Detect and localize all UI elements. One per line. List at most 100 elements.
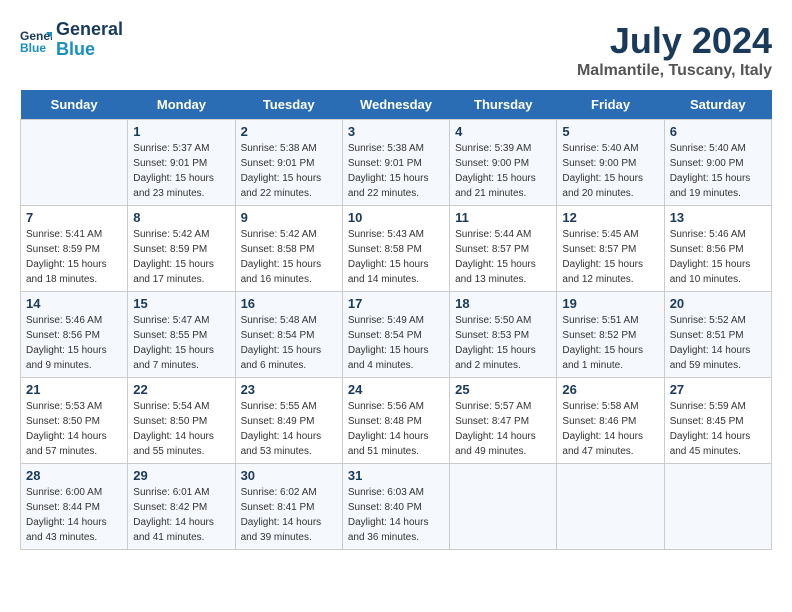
- day-number: 15: [133, 296, 229, 311]
- day-info: Sunrise: 5:49 AM Sunset: 8:54 PM Dayligh…: [348, 313, 444, 373]
- logo-text: GeneralBlue: [56, 20, 123, 60]
- calendar-cell: 10Sunrise: 5:43 AM Sunset: 8:58 PM Dayli…: [342, 206, 449, 292]
- day-number: 20: [670, 296, 766, 311]
- calendar-cell: 7 Sunrise: 5:41 AM Sunset: 8:59 PM Daylig…: [21, 206, 128, 292]
- day-number: 29: [133, 468, 229, 483]
- day-number: 1: [133, 124, 229, 139]
- day-number: 19: [562, 296, 658, 311]
- calendar-cell: [21, 120, 128, 206]
- day-info: Sunrise: 5:40 AM Sunset: 9:00 PM Dayligh…: [562, 141, 658, 201]
- calendar-week-row: 14Sunrise: 5:46 AM Sunset: 8:56 PM Dayli…: [21, 292, 772, 378]
- calendar-week-row: 7 Sunrise: 5:41 AM Sunset: 8:59 PM Daylig…: [21, 206, 772, 292]
- day-number: 3: [348, 124, 444, 139]
- calendar-cell: 12 Sunrise: 5:45 AM Sunset: 8:57 PM Dayli…: [557, 206, 664, 292]
- calendar-cell: 15 Sunrise: 5:47 AM Sunset: 8:55 PM Dayli…: [128, 292, 235, 378]
- day-info: Sunrise: 5:40 AM Sunset: 9:00 PM Dayligh…: [670, 141, 766, 201]
- day-info: Sunrise: 5:38 AM Sunset: 9:01 PM Dayligh…: [241, 141, 337, 201]
- calendar-cell: 27Sunrise: 5:59 AM Sunset: 8:45 PM Dayli…: [664, 378, 771, 464]
- day-info: Sunrise: 5:48 AM Sunset: 8:54 PM Dayligh…: [241, 313, 337, 373]
- day-number: 28: [26, 468, 122, 483]
- calendar-header-row: SundayMondayTuesdayWednesdayThursdayFrid…: [21, 90, 772, 120]
- day-info: Sunrise: 5:42 AM Sunset: 8:58 PM Dayligh…: [241, 227, 337, 287]
- day-number: 23: [241, 382, 337, 397]
- day-number: 31: [348, 468, 444, 483]
- header-day-saturday: Saturday: [664, 90, 771, 120]
- calendar-cell: 17 Sunrise: 5:49 AM Sunset: 8:54 PM Dayli…: [342, 292, 449, 378]
- title-block: July 2024 Malmantile, Tuscany, Italy: [577, 20, 772, 80]
- calendar-cell: 30Sunrise: 6:02 AM Sunset: 8:41 PM Dayli…: [235, 464, 342, 550]
- day-info: Sunrise: 5:37 AM Sunset: 9:01 PM Dayligh…: [133, 141, 229, 201]
- day-info: Sunrise: 5:58 AM Sunset: 8:46 PM Dayligh…: [562, 399, 658, 459]
- day-number: 11: [455, 210, 551, 225]
- calendar-cell: 6 Sunrise: 5:40 AM Sunset: 9:00 PM Daylig…: [664, 120, 771, 206]
- calendar-cell: 19 Sunrise: 5:51 AM Sunset: 8:52 PM Dayli…: [557, 292, 664, 378]
- day-number: 7: [26, 210, 122, 225]
- header-day-friday: Friday: [557, 90, 664, 120]
- month-title: July 2024: [577, 20, 772, 62]
- day-number: 17: [348, 296, 444, 311]
- day-info: Sunrise: 6:03 AM Sunset: 8:40 PM Dayligh…: [348, 485, 444, 545]
- day-number: 16: [241, 296, 337, 311]
- day-number: 24: [348, 382, 444, 397]
- day-info: Sunrise: 5:57 AM Sunset: 8:47 PM Dayligh…: [455, 399, 551, 459]
- calendar-cell: 16 Sunrise: 5:48 AM Sunset: 8:54 PM Dayli…: [235, 292, 342, 378]
- calendar-table: SundayMondayTuesdayWednesdayThursdayFrid…: [20, 90, 772, 550]
- day-number: 21: [26, 382, 122, 397]
- day-number: 6: [670, 124, 766, 139]
- header-day-thursday: Thursday: [450, 90, 557, 120]
- day-info: Sunrise: 5:46 AM Sunset: 8:56 PM Dayligh…: [670, 227, 766, 287]
- header-day-sunday: Sunday: [21, 90, 128, 120]
- calendar-week-row: 1 Sunrise: 5:37 AM Sunset: 9:01 PM Daylig…: [21, 120, 772, 206]
- day-info: Sunrise: 5:38 AM Sunset: 9:01 PM Dayligh…: [348, 141, 444, 201]
- day-info: Sunrise: 5:39 AM Sunset: 9:00 PM Dayligh…: [455, 141, 551, 201]
- day-info: Sunrise: 6:00 AM Sunset: 8:44 PM Dayligh…: [26, 485, 122, 545]
- calendar-cell: 23 Sunrise: 5:55 AM Sunset: 8:49 PM Dayli…: [235, 378, 342, 464]
- calendar-cell: 18 Sunrise: 5:50 AM Sunset: 8:53 PM Dayli…: [450, 292, 557, 378]
- calendar-cell: [450, 464, 557, 550]
- calendar-cell: 29 Sunrise: 6:01 AM Sunset: 8:42 PM Dayli…: [128, 464, 235, 550]
- page-header: General Blue GeneralBlue July 2024 Malma…: [20, 20, 772, 80]
- day-number: 27: [670, 382, 766, 397]
- day-number: 18: [455, 296, 551, 311]
- day-info: Sunrise: 5:46 AM Sunset: 8:56 PM Dayligh…: [26, 313, 122, 373]
- day-number: 8: [133, 210, 229, 225]
- day-info: Sunrise: 6:01 AM Sunset: 8:42 PM Dayligh…: [133, 485, 229, 545]
- calendar-cell: 21Sunrise: 5:53 AM Sunset: 8:50 PM Dayli…: [21, 378, 128, 464]
- calendar-cell: 3 Sunrise: 5:38 AM Sunset: 9:01 PM Daylig…: [342, 120, 449, 206]
- day-number: 12: [562, 210, 658, 225]
- logo-icon: General Blue: [20, 24, 52, 56]
- day-info: Sunrise: 5:47 AM Sunset: 8:55 PM Dayligh…: [133, 313, 229, 373]
- calendar-cell: 14Sunrise: 5:46 AM Sunset: 8:56 PM Dayli…: [21, 292, 128, 378]
- calendar-cell: [664, 464, 771, 550]
- day-info: Sunrise: 5:41 AM Sunset: 8:59 PM Dayligh…: [26, 227, 122, 287]
- svg-text:Blue: Blue: [20, 41, 46, 55]
- day-number: 22: [133, 382, 229, 397]
- day-info: Sunrise: 5:44 AM Sunset: 8:57 PM Dayligh…: [455, 227, 551, 287]
- location: Malmantile, Tuscany, Italy: [577, 62, 772, 80]
- calendar-cell: [557, 464, 664, 550]
- day-info: Sunrise: 6:02 AM Sunset: 8:41 PM Dayligh…: [241, 485, 337, 545]
- day-info: Sunrise: 5:50 AM Sunset: 8:53 PM Dayligh…: [455, 313, 551, 373]
- day-info: Sunrise: 5:55 AM Sunset: 8:49 PM Dayligh…: [241, 399, 337, 459]
- calendar-cell: 28 Sunrise: 6:00 AM Sunset: 8:44 PM Dayli…: [21, 464, 128, 550]
- calendar-cell: 24Sunrise: 5:56 AM Sunset: 8:48 PM Dayli…: [342, 378, 449, 464]
- calendar-week-row: 28 Sunrise: 6:00 AM Sunset: 8:44 PM Dayli…: [21, 464, 772, 550]
- calendar-cell: 26 Sunrise: 5:58 AM Sunset: 8:46 PM Dayli…: [557, 378, 664, 464]
- day-info: Sunrise: 5:45 AM Sunset: 8:57 PM Dayligh…: [562, 227, 658, 287]
- calendar-cell: 25 Sunrise: 5:57 AM Sunset: 8:47 PM Dayli…: [450, 378, 557, 464]
- calendar-cell: 2 Sunrise: 5:38 AM Sunset: 9:01 PM Daylig…: [235, 120, 342, 206]
- day-info: Sunrise: 5:51 AM Sunset: 8:52 PM Dayligh…: [562, 313, 658, 373]
- header-day-monday: Monday: [128, 90, 235, 120]
- calendar-cell: 13 Sunrise: 5:46 AM Sunset: 8:56 PM Dayli…: [664, 206, 771, 292]
- header-day-wednesday: Wednesday: [342, 90, 449, 120]
- day-number: 13: [670, 210, 766, 225]
- calendar-cell: 5 Sunrise: 5:40 AM Sunset: 9:00 PM Daylig…: [557, 120, 664, 206]
- calendar-cell: 20Sunrise: 5:52 AM Sunset: 8:51 PM Dayli…: [664, 292, 771, 378]
- day-number: 26: [562, 382, 658, 397]
- day-number: 5: [562, 124, 658, 139]
- calendar-cell: 31 Sunrise: 6:03 AM Sunset: 8:40 PM Dayli…: [342, 464, 449, 550]
- day-number: 2: [241, 124, 337, 139]
- day-number: 25: [455, 382, 551, 397]
- day-info: Sunrise: 5:54 AM Sunset: 8:50 PM Dayligh…: [133, 399, 229, 459]
- day-number: 4: [455, 124, 551, 139]
